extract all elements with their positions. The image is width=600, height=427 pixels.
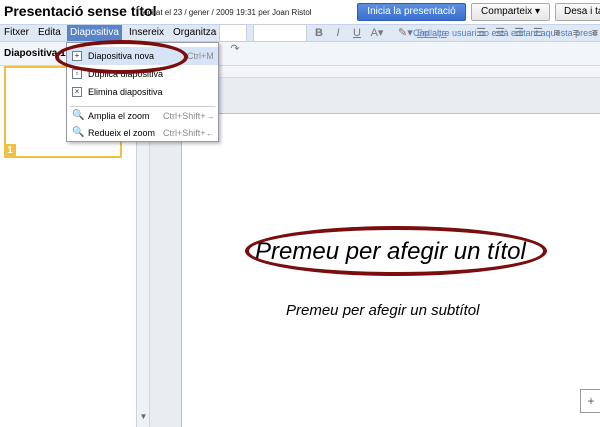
zoom-in-icon: 🔍 bbox=[72, 110, 85, 121]
italic-icon[interactable]: I bbox=[331, 27, 345, 39]
bulleted-list-icon[interactable]: ☰ bbox=[493, 27, 507, 39]
align-center-icon[interactable]: ≡ bbox=[569, 27, 583, 39]
annotation-oval-title bbox=[245, 226, 547, 276]
document-title[interactable]: Presentació sense títol bbox=[4, 3, 157, 19]
zoom-out-icon: 🔍 bbox=[72, 127, 85, 138]
font-select[interactable] bbox=[219, 24, 247, 42]
bold-icon[interactable]: B bbox=[312, 27, 326, 39]
menu-insereix[interactable]: Insereix bbox=[126, 25, 167, 41]
menu-organitza[interactable]: Organitza bbox=[170, 25, 219, 41]
link-button[interactable]: Enllaça bbox=[417, 28, 447, 38]
edit-info: editat el 23 / gener / 2009 19:31 per Jo… bbox=[143, 8, 312, 17]
font-size-select[interactable] bbox=[253, 24, 307, 42]
menu-item-zoom-in[interactable]: 🔍 Amplia el zoom Ctrl+Shift+→ bbox=[67, 107, 218, 125]
menu-item-delete-slide[interactable]: × Elimina diapositiva bbox=[67, 83, 218, 101]
header: Presentació sense títol editat el 23 / g… bbox=[0, 0, 600, 24]
menu-item-label: Amplia el zoom bbox=[88, 111, 150, 121]
underline-icon[interactable]: U bbox=[350, 27, 364, 39]
add-note-icon[interactable]: + bbox=[580, 389, 600, 413]
scroll-down-icon[interactable]: ▼ bbox=[138, 412, 149, 424]
menu-edita[interactable]: Edita bbox=[35, 25, 64, 41]
menu-item-label: Elimina diapositiva bbox=[88, 87, 163, 97]
delete-slide-icon: × bbox=[72, 87, 82, 97]
menu-diapositiva[interactable]: Diapositiva bbox=[67, 25, 122, 41]
highlight-icon[interactable]: ✎▾ bbox=[398, 27, 413, 39]
share-button[interactable]: Comparteix ▾ bbox=[471, 3, 550, 21]
align-right-icon[interactable]: ≡ bbox=[588, 27, 600, 39]
redo-icon[interactable]: ↷ bbox=[228, 43, 242, 55]
annotation-oval-new-slide bbox=[55, 40, 188, 74]
menu-item-zoom-out[interactable]: 🔍 Redueix el zoom Ctrl+Shift+← bbox=[67, 124, 218, 142]
menu-item-shortcut: Ctrl+Shift+← bbox=[163, 128, 215, 138]
menu-item-shortcut: Ctrl+M bbox=[187, 51, 214, 61]
slide-number-badge: 1 bbox=[4, 144, 16, 158]
slide-subtitle-placeholder[interactable]: Premeu per afegir un subtítol bbox=[286, 302, 479, 319]
indent-icon[interactable]: ☰ bbox=[531, 27, 545, 39]
text-color-icon[interactable]: A▾ bbox=[370, 27, 384, 39]
align-left-icon[interactable]: ≡ bbox=[550, 27, 564, 39]
outdent-icon[interactable]: ☰ bbox=[512, 27, 526, 39]
menu-item-shortcut: Ctrl+Shift+→ bbox=[163, 111, 215, 121]
start-presentation-button[interactable]: Inicia la presentació bbox=[357, 3, 466, 21]
save-button[interactable]: Desa i ta bbox=[555, 3, 600, 21]
numbered-list-icon[interactable]: ☰ bbox=[474, 27, 488, 39]
menu-item-label: Redueix el zoom bbox=[88, 128, 156, 138]
menu-fitxer[interactable]: Fitxer bbox=[1, 25, 32, 41]
